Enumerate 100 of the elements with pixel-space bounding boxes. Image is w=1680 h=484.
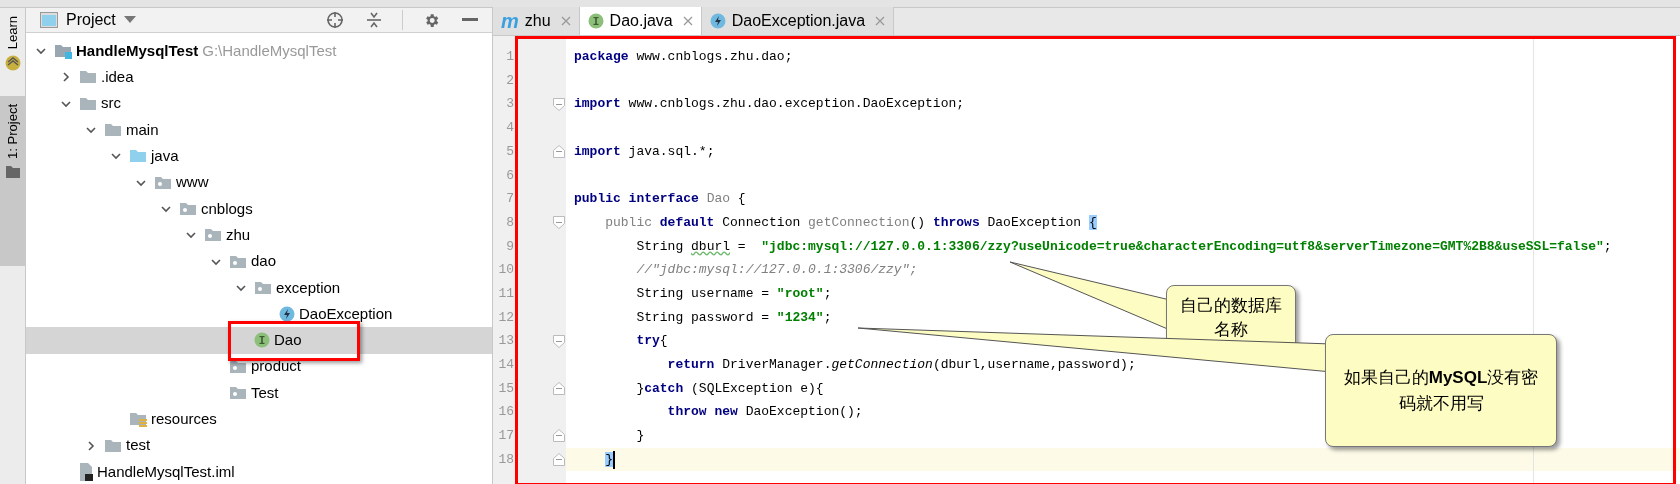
fold-start-icon[interactable] (553, 216, 565, 230)
tree-item[interactable]: cnblogs (26, 195, 492, 223)
badge-icon (4, 55, 21, 72)
code-line: return DriverManager.getConnection(dburl,username,password); (666, 356, 1136, 375)
tree-item[interactable]: test (26, 432, 492, 459)
editor-tab[interactable]: Dao.java (579, 7, 702, 35)
tool-window-tab[interactable]: Learn (0, 8, 25, 96)
exception-class-icon (709, 13, 726, 29)
tree-item[interactable]: Test (26, 379, 492, 407)
tree-item[interactable]: Dao (26, 327, 492, 354)
tree-item-label: dao (251, 251, 277, 272)
tree-item-label: java (151, 146, 179, 167)
tree-item[interactable]: main (26, 116, 492, 144)
code-line: //"jdbc:mysql://127.0.0.1:3306/zzy"; (635, 261, 918, 280)
folder-icon (79, 95, 97, 112)
locate-icon[interactable] (326, 11, 344, 29)
line-number: 17 (497, 427, 514, 446)
line-number: 14 (497, 356, 514, 375)
folder-icon (129, 148, 147, 165)
tree-item[interactable]: HandleMysqlTest.iml (26, 458, 492, 484)
code-line: } (635, 427, 645, 446)
tree-item[interactable]: product (26, 353, 492, 380)
tree-item-label: Test (251, 382, 279, 403)
fold-start-icon[interactable] (553, 97, 565, 111)
code-line: import java.sql.*; (574, 142, 715, 161)
line-number: 5 (505, 142, 514, 161)
tree-item-label: HandleMysqlTest.iml (97, 461, 235, 482)
code-line: package www.cnblogs.zhu.dao; (574, 48, 793, 67)
tab-label: DaoException.java (731, 11, 866, 31)
tree-item-label: .idea (101, 67, 134, 88)
view-selector[interactable]: Project (66, 8, 136, 32)
tree-item[interactable]: zhu (26, 222, 492, 249)
tree-item-label: Dao (274, 330, 302, 351)
line-number: 15 (497, 379, 514, 398)
caret-icon (123, 16, 136, 24)
resources-folder-icon (129, 411, 147, 428)
tree-item[interactable]: src (26, 90, 492, 117)
fold-end-icon[interactable] (553, 145, 565, 159)
text-cursor (613, 450, 616, 469)
code-line: String username = "root"; (635, 284, 832, 303)
package-folder-icon (204, 227, 222, 244)
editor-tab[interactable]: DaoException.java (701, 7, 895, 35)
code-line: }catch (SQLException e){ (635, 379, 824, 398)
package-folder-icon (154, 174, 172, 191)
line-number: 2 (505, 71, 514, 90)
fold-end-icon[interactable] (553, 429, 565, 443)
fold-end-icon[interactable] (553, 381, 565, 395)
line-number: 6 (505, 166, 514, 185)
tree-item-label: test (126, 435, 151, 456)
fold-end-icon[interactable] (553, 453, 565, 467)
tree-item[interactable]: HandleMysqlTest G:\HandleMysqlTest (26, 38, 492, 65)
module-folder-icon (54, 43, 72, 60)
settings-icon[interactable] (423, 11, 440, 29)
line-number: 7 (505, 190, 514, 209)
tab-label: zhu (524, 11, 551, 31)
package-folder-icon (229, 385, 247, 401)
minimize-icon[interactable] (462, 18, 478, 22)
tree-item[interactable]: resources (26, 406, 492, 433)
tree-item-label: zhu (226, 224, 251, 245)
code-line: public interface Dao { (574, 190, 746, 209)
code-line: throw new DaoException(); (666, 403, 863, 422)
tree-item[interactable]: www (26, 169, 492, 196)
tree-item-label: cnblogs (201, 198, 253, 219)
line-number: 10 (497, 261, 514, 280)
chevron-right-icon[interactable] (85, 439, 97, 452)
exception-class-icon (279, 306, 295, 323)
code-line: public default Connection getConnection() throws DaoException { (604, 213, 1097, 232)
package-folder-icon (179, 200, 197, 217)
line-number: 9 (505, 237, 514, 256)
tree-item-label: exception (276, 277, 341, 298)
package-folder-icon (229, 253, 247, 270)
close-icon[interactable] (682, 16, 693, 26)
tree-item-label: resources (151, 409, 217, 430)
line-number: 11 (497, 284, 514, 303)
tree-item[interactable]: .idea (26, 64, 492, 91)
module-icon: m (501, 11, 519, 31)
interface-icon (587, 13, 604, 29)
chevron-right-icon[interactable] (60, 71, 72, 84)
tree-item-label: HandleMysqlTest (76, 40, 199, 61)
tab-label: Dao.java (609, 11, 673, 31)
folder-icon (79, 69, 97, 86)
panel-icon (40, 12, 58, 28)
code-line: String password = "1234"; (635, 308, 832, 327)
module-path: G:\HandleMysqlTest (202, 40, 337, 61)
tool-window-tab[interactable]: 1: Project (0, 96, 25, 266)
callout-note: 如果自己的MySQL没有密码就不用写 (1325, 334, 1557, 447)
tree-item[interactable]: DaoException (26, 300, 492, 328)
tree-item-label: www (176, 172, 209, 193)
folder-icon (104, 122, 122, 139)
line-number: 12 (497, 308, 514, 327)
file-icon (79, 462, 93, 481)
tree-item[interactable]: java (26, 143, 492, 170)
line-number: 1 (505, 48, 514, 67)
editor-tab[interactable]: m zhu (493, 7, 580, 35)
tree-item[interactable]: dao (26, 248, 492, 275)
tree-item[interactable]: exception (26, 274, 492, 301)
fold-start-icon[interactable] (553, 334, 565, 348)
tree-item-label: DaoException (299, 303, 393, 324)
collapse-all-icon[interactable] (366, 11, 382, 29)
line-number: 16 (497, 403, 514, 422)
